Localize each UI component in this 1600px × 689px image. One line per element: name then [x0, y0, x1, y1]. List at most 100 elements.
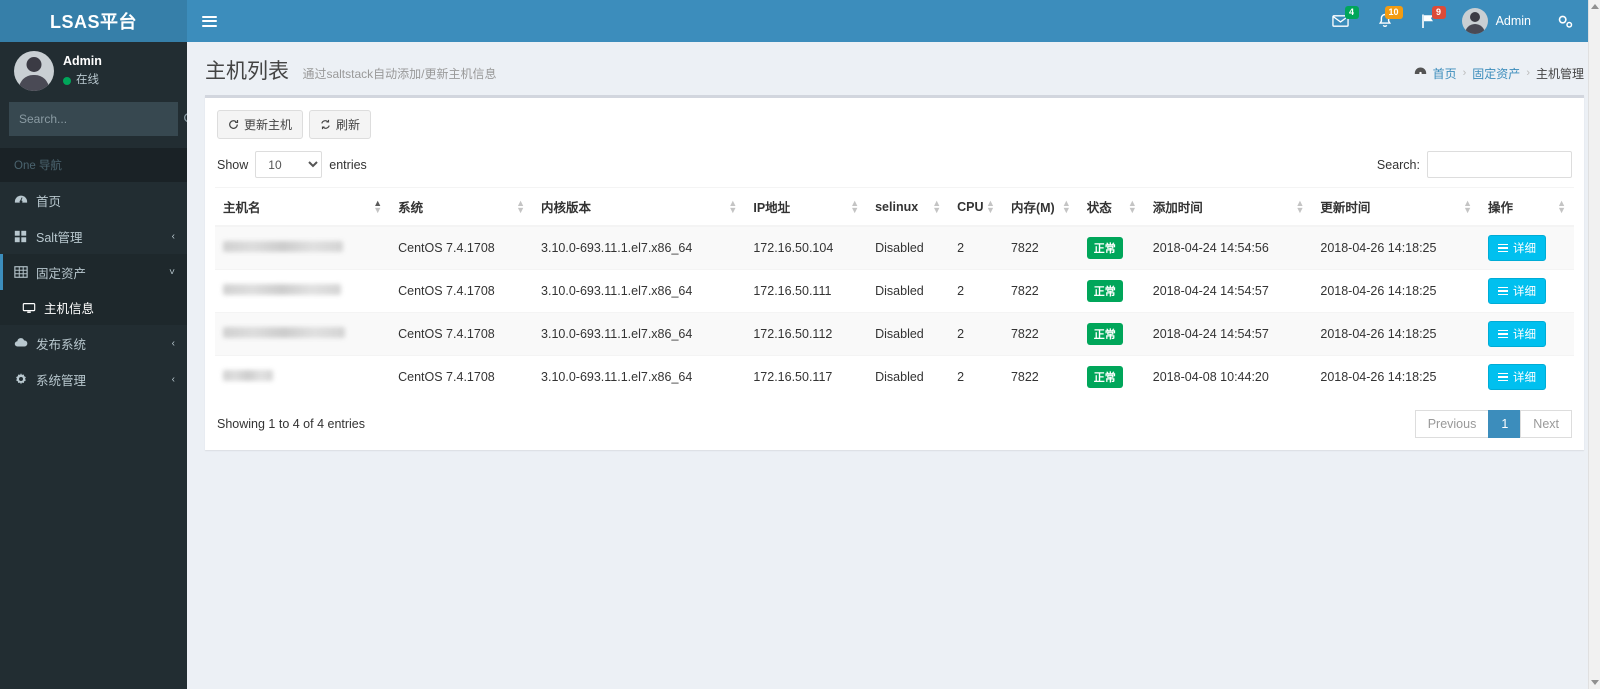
user-menu-button[interactable]: Admin	[1450, 0, 1543, 42]
cell-action: 详细	[1479, 355, 1574, 398]
hamburger-icon[interactable]	[187, 0, 231, 42]
sidebar-item-deploy[interactable]: 发布系统 ‹	[0, 325, 187, 361]
datatable-footer: Showing 1 to 4 of 4 entries Previous 1 N…	[215, 398, 1574, 448]
cell-status: 正常	[1078, 355, 1145, 398]
sidebar-item-home[interactable]: 首页	[0, 182, 187, 218]
hostname-redacted	[223, 284, 341, 295]
pagination-previous[interactable]: Previous	[1414, 410, 1490, 438]
notifications-button[interactable]: 10	[1363, 0, 1407, 42]
column-header-label: 主机名	[223, 201, 261, 215]
hostname-redacted	[223, 327, 345, 338]
cell-cpu: 2	[949, 269, 1003, 313]
host-table-head: 主机名 ▲ ▼ 系统 ▲ ▼ 内核版本 ▲ ▼ IP地址 ▲ ▼ selinux ▲ ▼ CPU ▲ ▼ 内存(M)…	[215, 187, 1574, 227]
sidebar-item-system[interactable]: 系统管理 ‹	[0, 361, 187, 397]
sidebar-item-salt-label: Salt管理	[36, 230, 83, 245]
detail-button-label: 详细	[1512, 243, 1536, 255]
sidebar-user-meta: Admin 在线	[63, 53, 102, 88]
cell-cpu: 2	[949, 312, 1003, 356]
breadcrumb-item-2: 主机管理	[1535, 66, 1584, 81]
detail-button[interactable]: 详细	[1487, 321, 1546, 347]
column-header-2[interactable]: 内核版本 ▲ ▼	[533, 187, 746, 227]
column-header-4[interactable]: selinux ▲ ▼	[867, 187, 950, 227]
sort-arrows-icon: ▲ ▼	[986, 197, 995, 215]
sidebar-user-status-label: 在线	[76, 74, 99, 87]
sync-icon	[321, 119, 330, 130]
scroll-up-arrow-icon[interactable]	[1591, 4, 1599, 9]
pagination: Previous 1 Next	[1414, 410, 1572, 438]
cell-hostname	[215, 269, 391, 313]
page-length-suffix: entries	[329, 157, 367, 172]
status-badge: 正常	[1086, 280, 1123, 302]
sidebar-item-assets[interactable]: 固定资产 ˅	[0, 254, 187, 290]
sort-arrows-icon: ▲ ▼	[1295, 197, 1305, 215]
column-header-7[interactable]: 状态 ▲ ▼	[1078, 187, 1145, 227]
cell-status: 正常	[1078, 225, 1145, 270]
online-dot-icon	[63, 76, 71, 85]
page-subtitle: 通过saltstack自动添加/更新主机信息	[302, 67, 497, 81]
sidebar-item-deploy-label: 发布系统	[36, 337, 87, 352]
pagination-page-1[interactable]: 1	[1488, 410, 1522, 438]
status-badge: 正常	[1086, 323, 1123, 345]
column-header-label: 内存(M)	[1010, 201, 1055, 215]
column-header-label: 系统	[398, 201, 424, 215]
column-header-1[interactable]: 系统 ▲ ▼	[390, 187, 534, 227]
cell-action: 详细	[1479, 225, 1574, 270]
cell-added-time: 2018-04-08 10:44:20	[1144, 355, 1313, 398]
page-length-select[interactable]: 102550100	[255, 151, 323, 178]
sidebar-user-panel: Admin 在线	[0, 42, 187, 100]
column-header-10[interactable]: 操作 ▲ ▼	[1479, 187, 1574, 227]
gears-icon	[1558, 15, 1573, 28]
detail-button-label: 详细	[1512, 372, 1536, 384]
scroll-down-arrow-icon[interactable]	[1591, 680, 1599, 685]
column-header-5[interactable]: CPU ▲ ▼	[949, 187, 1003, 227]
sidebar-item-assets-label: 固定资产	[36, 266, 87, 281]
column-header-8[interactable]: 添加时间 ▲ ▼	[1144, 187, 1313, 227]
cell-memory: 7822	[1002, 355, 1079, 398]
list-icon	[1497, 242, 1508, 255]
detail-button[interactable]: 详细	[1487, 235, 1546, 261]
column-header-9[interactable]: 更新时间 ▲ ▼	[1312, 187, 1480, 227]
cell-system: CentOS 7.4.1708	[390, 225, 534, 270]
cell-selinux: Disabled	[867, 225, 950, 270]
column-header-0[interactable]: 主机名 ▲ ▼	[215, 187, 391, 227]
table-row: CentOS 7.4.1708 3.10.0-693.11.1.el7.x86_6…	[215, 269, 1574, 313]
refresh-button[interactable]: 刷新	[309, 110, 372, 139]
cell-added-time: 2018-04-24 14:54:56	[1144, 225, 1313, 270]
page-scrollbar[interactable]	[1588, 0, 1600, 689]
hamburger-line-2	[201, 20, 217, 22]
sidebar-item-salt[interactable]: Salt管理 ‹	[0, 218, 187, 254]
column-header-6[interactable]: 内存(M) ▲ ▼	[1002, 187, 1079, 227]
table-icon	[14, 265, 36, 279]
brand-logo[interactable]: LSAS平台	[0, 0, 187, 42]
column-header-3[interactable]: IP地址 ▲ ▼	[745, 187, 868, 227]
tasks-button[interactable]: 9	[1407, 0, 1450, 42]
breadcrumb-item-1[interactable]: 固定资产	[1472, 65, 1520, 82]
detail-button[interactable]: 详细	[1487, 278, 1546, 304]
cell-hostname	[215, 355, 391, 398]
datatable-info: Showing 1 to 4 of 4 entries	[217, 417, 366, 431]
hamburger-line-3	[201, 24, 217, 27]
breadcrumb-item-0[interactable]: 首页	[1433, 65, 1457, 82]
breadcrumb-home-icon	[1414, 65, 1427, 81]
sidebar-item-host-info[interactable]: 主机信息	[0, 290, 187, 325]
host-list-box: 更新主机 刷新 Show 102550100 entries Search:	[205, 95, 1584, 450]
update-host-button[interactable]: 更新主机	[217, 110, 304, 139]
sort-arrows-icon: ▲ ▼	[1557, 197, 1566, 215]
list-icon	[1497, 371, 1508, 384]
detail-button-label: 详细	[1512, 329, 1536, 341]
sort-arrows-icon: ▲ ▼	[1061, 197, 1071, 215]
refresh-icon	[229, 120, 239, 129]
application-root: LSAS平台 Admin 在线 One 导航	[0, 0, 1600, 689]
breadcrumb: 首页 › 固定资产 › 主机管理	[1414, 65, 1584, 82]
messages-button[interactable]: 4	[1318, 0, 1363, 42]
datatable-controls: Show 102550100 entries Search:	[215, 151, 1574, 187]
detail-button[interactable]: 详细	[1487, 364, 1546, 390]
pagination-next[interactable]: Next	[1520, 410, 1572, 438]
cloud-icon	[14, 336, 36, 350]
cell-memory: 7822	[1002, 269, 1079, 313]
control-sidebar-button[interactable]	[1543, 0, 1588, 42]
sidebar-search-input[interactable]	[10, 112, 183, 126]
table-search-input[interactable]	[1427, 151, 1572, 178]
sidebar-search[interactable]	[9, 102, 197, 136]
dashboard-icon	[14, 193, 36, 207]
